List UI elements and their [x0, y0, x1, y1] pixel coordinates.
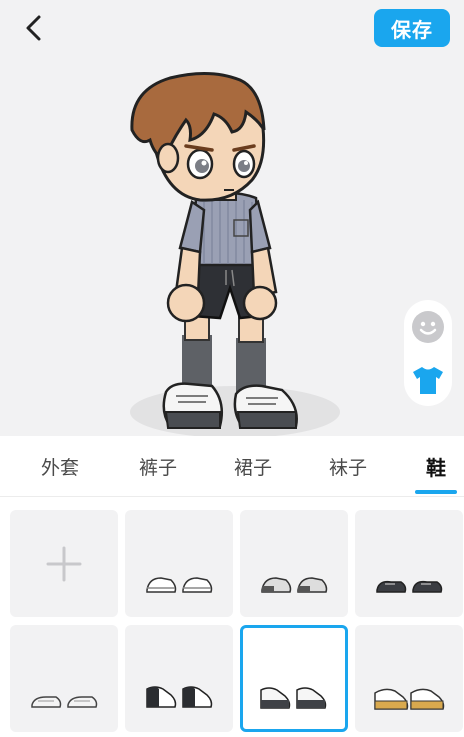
- shoe-item[interactable]: [10, 625, 118, 732]
- grey-white-sneaker-thumbnail: [261, 577, 328, 593]
- tab-pants[interactable]: 裤子: [118, 436, 198, 496]
- shoe-item[interactable]: [355, 625, 463, 732]
- save-button[interactable]: 保存: [374, 9, 450, 47]
- avatar-preview: [0, 60, 464, 438]
- white-sneaker-thumbnail: [146, 577, 213, 593]
- side-toolbar: [404, 300, 452, 406]
- tab-socks[interactable]: 袜子: [308, 436, 388, 496]
- add-item-button[interactable]: [10, 510, 118, 617]
- dark-white-sneaker-thumbnail: [260, 687, 327, 709]
- shoe-item[interactable]: [125, 510, 233, 617]
- tshirt-icon: [413, 366, 443, 394]
- tab-jacket[interactable]: 外套: [20, 436, 100, 496]
- black-white-hightop-thumbnail: [146, 686, 213, 708]
- smiley-face-icon: [412, 310, 444, 343]
- shoe-item-selected[interactable]: [240, 625, 348, 732]
- back-button[interactable]: [18, 12, 50, 44]
- white-slip-on-thumbnail: [31, 696, 98, 708]
- shoe-item[interactable]: [125, 625, 233, 732]
- shoe-grid: [0, 508, 464, 737]
- tan-white-shoe-thumbnail: [374, 688, 445, 710]
- black-low-shoe-thumbnail: [376, 580, 443, 593]
- active-tab-indicator: [415, 490, 457, 494]
- tab-skirt[interactable]: 裙子: [213, 436, 293, 496]
- clothing-tool-button[interactable]: [408, 360, 448, 400]
- category-tabs: 外套 裤子 裙子 袜子 鞋: [0, 436, 464, 497]
- plus-icon: [46, 546, 82, 582]
- avatar-character: [130, 71, 340, 438]
- shoe-item[interactable]: [240, 510, 348, 617]
- tab-shoes[interactable]: 鞋: [396, 436, 464, 496]
- top-bar: 保存: [0, 0, 464, 60]
- face-tool-button[interactable]: [408, 307, 448, 347]
- chevron-left-icon: [26, 15, 41, 41]
- wardrobe-panel: 外套 裤子 裙子 袜子 鞋: [0, 436, 464, 737]
- shoe-item[interactable]: [355, 510, 463, 617]
